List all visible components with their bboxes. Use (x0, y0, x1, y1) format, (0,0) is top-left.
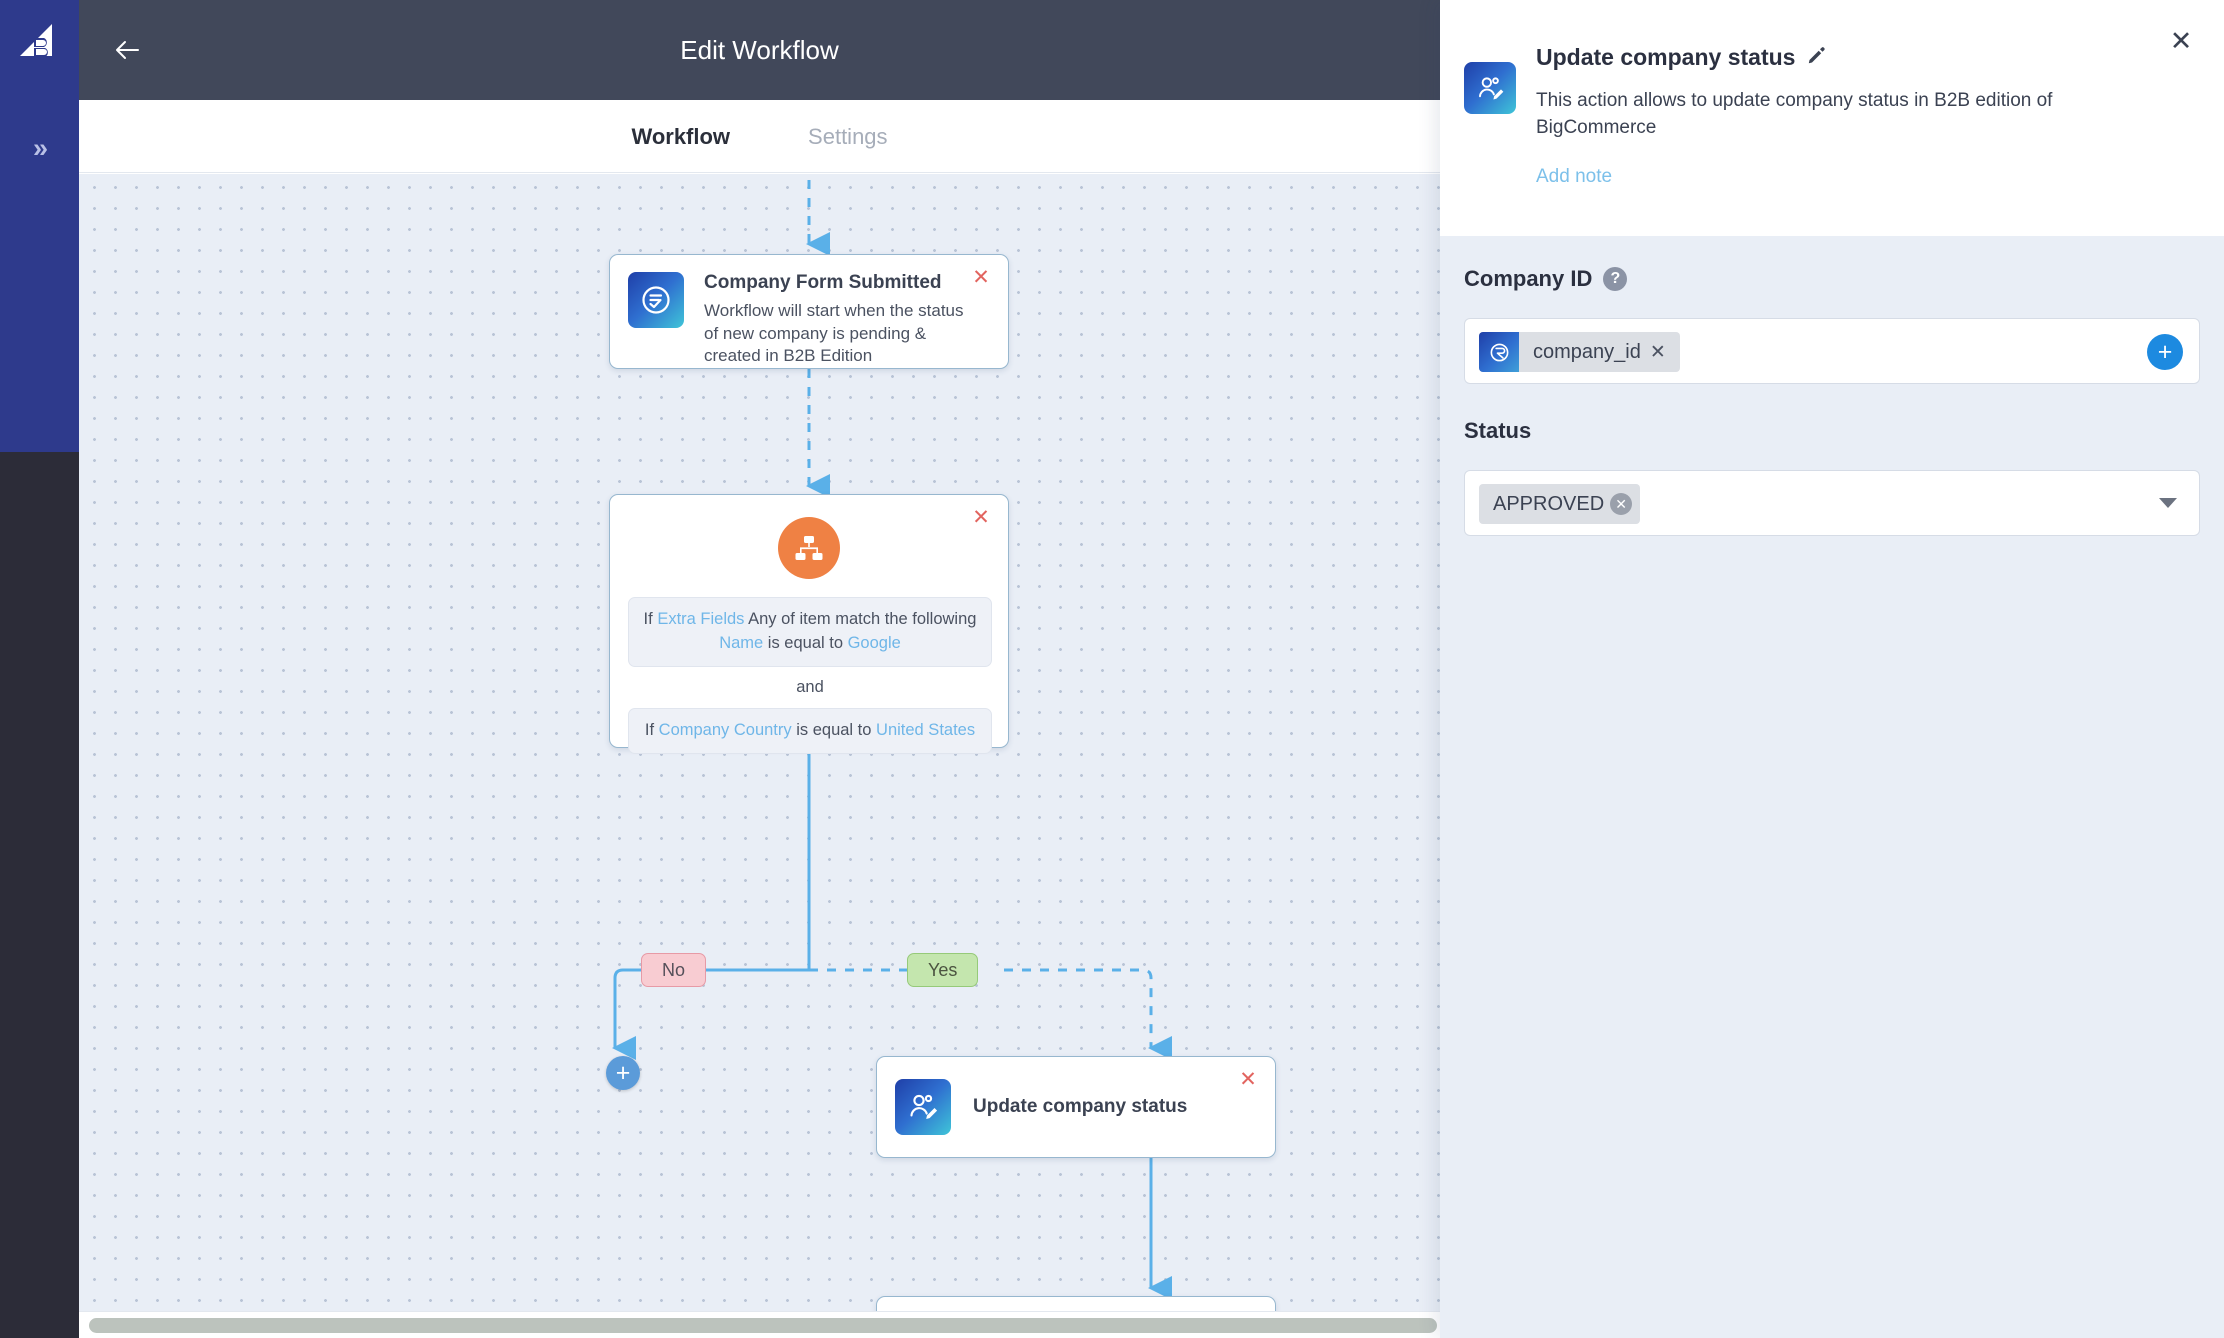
condition-text-0-1: Extra Fields (657, 610, 745, 628)
node-update-company-status[interactable]: ✕ Update company status (876, 1056, 1276, 1158)
app-root: » Edit Workflow Workflow Settings ✕ Comp… (0, 0, 2224, 1338)
form-check-icon (628, 272, 684, 328)
node-description: Workflow will start when the status of n… (704, 301, 964, 366)
company-id-label: Company ID (1464, 266, 1593, 291)
node-assign-sales-staff[interactable]: ✕ Assign sales staff to company (876, 1296, 1276, 1311)
add-step-button[interactable]: + (606, 1056, 640, 1090)
person-edit-icon (895, 1079, 951, 1135)
condition-row[interactable]: If Company Country is equal to United St… (628, 707, 992, 754)
tab-list: Workflow Settings (79, 100, 1440, 173)
person-edit-icon (1464, 62, 1516, 114)
condition-text-0-5: Google (847, 633, 901, 652)
workflow-canvas[interactable]: ✕ Company Form Submitted Workflow will s… (79, 174, 1440, 1311)
status-label-row: Status (1464, 418, 1531, 444)
branch-hierarchy-icon (778, 517, 840, 579)
close-icon[interactable]: ✕ (968, 264, 994, 290)
condition-text-0-2: Any of item match the following (744, 610, 977, 628)
condition-text-0-4: is equal to (763, 633, 848, 652)
panel-description: This action allows to update company sta… (1536, 90, 2053, 138)
company-id-label-row: Company ID ? (1464, 266, 1628, 292)
pencil-icon[interactable] (1807, 44, 1827, 71)
node-company-form-submitted[interactable]: ✕ Company Form Submitted Workflow will s… (609, 254, 1009, 369)
company-id-token[interactable]: company_id ✕ (1479, 332, 1680, 372)
condition-text-0-0: If (643, 610, 658, 628)
status-chip-value: APPROVED (1493, 492, 1605, 515)
node-condition[interactable]: ✕ If Extra Fields Any of item match the … (609, 494, 1009, 754)
chevron-double-right-icon[interactable]: » (0, 125, 79, 171)
close-icon[interactable]: ✕ (1235, 1066, 1261, 1092)
page-title: Edit Workflow (680, 34, 839, 65)
status-label: Status (1464, 418, 1532, 443)
tab-workflow[interactable]: Workflow (631, 124, 730, 150)
condition-joiner: and (796, 677, 824, 696)
condition-text-1-2: is equal to (791, 720, 877, 739)
tab-settings[interactable]: Settings (808, 124, 888, 150)
panel-title-row: Update company status (1536, 44, 1827, 71)
node-title: Update company status (973, 1096, 1188, 1117)
condition-text-1-3: United States (876, 720, 976, 739)
add-note-link[interactable]: Add note (1536, 166, 1612, 188)
condition-row[interactable]: If Extra Fields Any of item match the fo… (628, 597, 992, 667)
close-icon[interactable]: ✕ (2162, 22, 2200, 60)
status-chip[interactable]: APPROVED ✕ (1479, 484, 1641, 524)
question-mark-icon[interactable]: ? (1603, 267, 1628, 291)
branch-label-no[interactable]: No (641, 953, 707, 987)
close-icon[interactable]: ✕ (1650, 341, 1680, 364)
condition-text-1-1: Company Country (658, 720, 792, 739)
action-settings-panel: ✕ Update company status This action allo… (1440, 0, 2224, 1338)
chevron-down-icon[interactable] (2159, 498, 2177, 508)
panel-title: Update company status (1536, 44, 1796, 70)
company-id-input[interactable]: company_id ✕ + (1464, 318, 2200, 384)
status-select[interactable]: APPROVED ✕ (1464, 470, 2200, 536)
token-value: company_id (1533, 340, 1641, 363)
node-title: Company Form Submitted (704, 272, 942, 293)
close-circle-icon[interactable]: ✕ (1610, 493, 1633, 515)
variable-icon (1479, 332, 1519, 372)
condition-text-0-3: Name (719, 633, 764, 652)
add-company-id-button[interactable]: + (2147, 334, 2183, 370)
bigcommerce-logo-icon[interactable] (14, 18, 64, 68)
canvas-horizontal-scrollbar[interactable] (79, 1311, 1440, 1338)
close-icon[interactable]: ✕ (968, 504, 994, 530)
branch-label-yes[interactable]: Yes (907, 953, 979, 987)
left-rail: » (0, 0, 79, 1338)
scrollbar-thumb[interactable] (89, 1318, 1437, 1333)
condition-text-1-0: If (644, 720, 659, 739)
condition-rows: If Extra Fields Any of item match the fo… (628, 597, 992, 754)
